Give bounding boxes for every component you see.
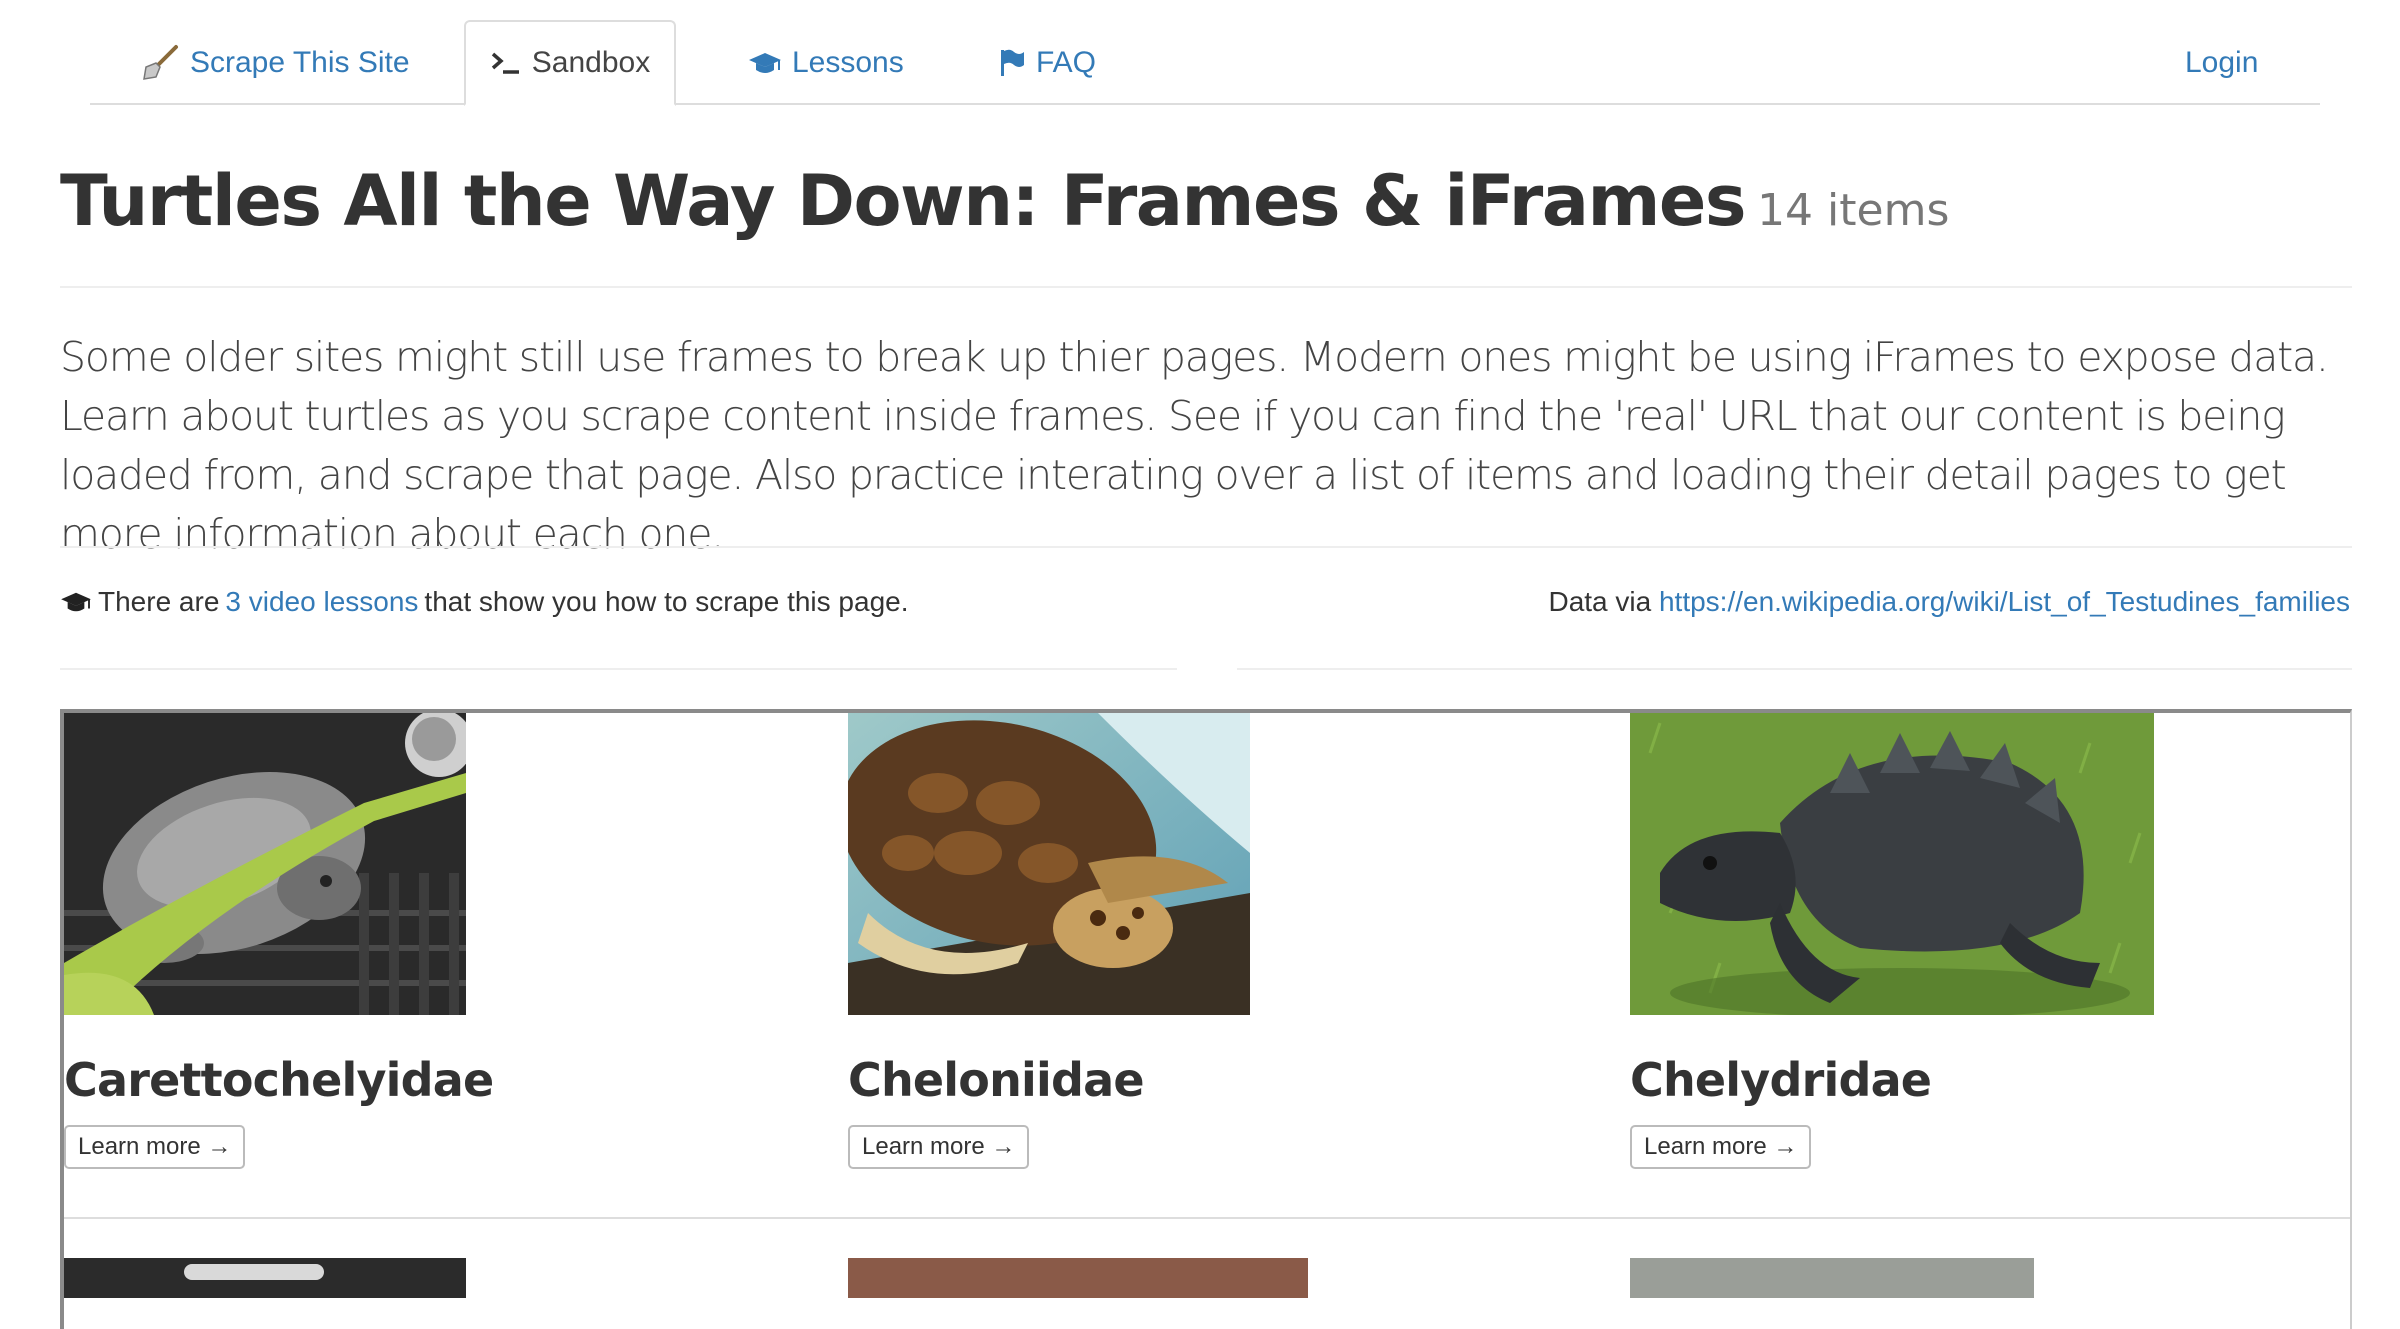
nav-faq-label: FAQ <box>1036 46 1097 79</box>
page-title-text: Turtles All the Way Down: Frames & iFram… <box>60 160 1747 242</box>
lessons-prefix: There are <box>98 586 220 617</box>
turtles-iframe[interactable]: Carettochelyidae Learn more → Cheloniida… <box>60 709 2352 1329</box>
nav-brand-label: Scrape This Site <box>190 46 410 79</box>
turtle-card: Carettochelyidae Learn more → <box>64 713 664 1169</box>
nav-sandbox-label: Sandbox <box>531 46 651 79</box>
row-divider <box>64 1217 2350 1219</box>
lead-paragraph: Some older sites might still use frames … <box>60 333 2329 558</box>
divider <box>1237 668 2352 670</box>
data-source: Data via https://en.wikipedia.org/wiki/L… <box>1548 586 2350 618</box>
turtle-image-chelydridae <box>1630 713 2230 1015</box>
nav-brand-link[interactable]: Scrape This Site <box>120 20 430 106</box>
nav-tab-sandbox[interactable]: Sandbox <box>464 20 676 106</box>
turtle-family-name: Carettochelyidae <box>64 1053 494 1107</box>
turtle-family-name: Chelydridae <box>1630 1053 1932 1107</box>
divider <box>60 546 2352 548</box>
turtle-family-name: Cheloniidae <box>848 1053 1145 1107</box>
spatula-icon <box>140 43 180 83</box>
video-lessons-link[interactable]: 3 video lessons <box>225 586 418 618</box>
lessons-suffix: that show you how to scrape this page. <box>424 586 909 617</box>
flag-icon <box>998 48 1026 78</box>
turtle-image-carettochelyidae <box>64 713 664 1015</box>
turtle-card: Chelydridae Learn more → <box>1630 713 2230 1169</box>
nav-tab-lessons[interactable]: Lessons <box>728 20 924 106</box>
turtle-image-next-row <box>1630 1258 2034 1298</box>
turtle-image-cheloniidae <box>848 713 1448 1015</box>
login-link[interactable]: Login <box>2165 20 2278 106</box>
data-via-label: Data via <box>1548 586 1652 617</box>
terminal-icon <box>490 49 522 77</box>
page-title: Turtles All the Way Down: Frames & iFram… <box>60 160 1949 242</box>
learn-more-button[interactable]: Learn more → <box>64 1125 246 1169</box>
wikipedia-source-link[interactable]: https://en.wikipedia.org/wiki/List_of_Te… <box>1659 586 2350 617</box>
lessons-note: There are 3 video lessons that show you … <box>60 586 909 618</box>
graduation-cap-icon <box>748 49 782 77</box>
turtle-image-next-row <box>64 1258 466 1298</box>
learn-more-button[interactable]: Learn more → <box>1630 1125 1812 1169</box>
nav-lessons-label: Lessons <box>792 46 904 79</box>
turtle-card: Cheloniidae Learn more → <box>848 713 1448 1169</box>
divider <box>60 286 2352 288</box>
divider <box>60 668 1177 670</box>
nav-tab-faq[interactable]: FAQ <box>978 20 1116 106</box>
learn-more-button[interactable]: Learn more → <box>848 1125 1030 1169</box>
top-nav: Scrape This Site Sandbox Lessons FAQ Log… <box>90 0 2320 106</box>
turtle-image-next-row <box>848 1258 1308 1298</box>
graduation-cap-icon <box>60 589 92 615</box>
item-count: 14 items <box>1757 185 1950 236</box>
